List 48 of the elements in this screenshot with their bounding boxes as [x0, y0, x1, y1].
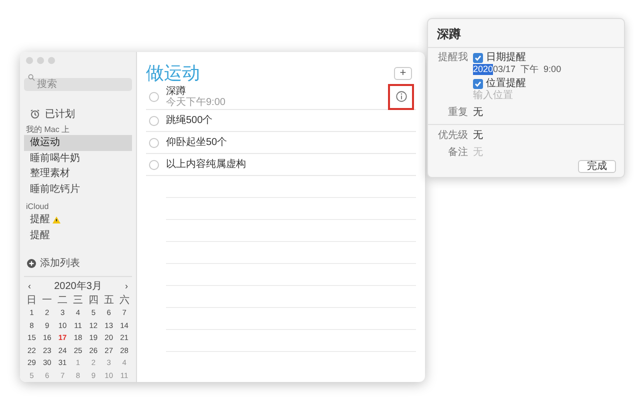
reminder-title: 跳绳500个 — [166, 115, 214, 126]
checkbox-label: 日期提醒 — [486, 52, 526, 64]
sidebar-item[interactable]: 提醒 — [24, 228, 132, 243]
weekday-label: 日 — [26, 294, 38, 307]
add-list-button[interactable]: 添加列表 — [24, 256, 132, 270]
checkbox-label: 位置提醒 — [486, 78, 526, 90]
weekday-label: 五 — [102, 294, 115, 307]
field-label: 备注 — [447, 146, 468, 160]
priority-value[interactable]: 无 — [473, 128, 483, 143]
month-title: 2020年3月 — [54, 280, 102, 294]
plus-icon — [27, 258, 36, 268]
reminder-due-time: 今天下午9:00 — [166, 96, 226, 108]
add-reminder-button[interactable]: + — [394, 66, 412, 80]
date-field[interactable]: 202003/17 下午 9:00 — [473, 64, 562, 75]
reminder-title: 深蹲 — [166, 86, 187, 96]
field-label: 重复 — [447, 106, 468, 120]
weekday-label: 三 — [72, 294, 84, 307]
weekday-label: 二 — [56, 294, 69, 307]
next-month-button[interactable]: › — [125, 280, 128, 294]
repeat-value[interactable]: 无 — [473, 105, 483, 120]
alarm-clock-icon — [30, 109, 40, 119]
location-field[interactable]: 输入位置 — [473, 90, 553, 101]
info-icon — [396, 91, 406, 102]
info-button[interactable] — [388, 84, 414, 110]
popover-title: 深蹲 — [436, 26, 462, 43]
field-label: 优先级 — [437, 128, 468, 143]
sidebar-item[interactable]: 提醒 — [24, 212, 132, 228]
sidebar-item[interactable]: 做运动 — [24, 135, 132, 150]
reminder-title: 以上内容纯属虚构 — [166, 159, 247, 170]
sidebar-item[interactable]: 整理素材 — [24, 166, 132, 182]
search-field[interactable]: 搜索 — [24, 78, 132, 91]
sidebar-item[interactable]: 已计划 — [24, 106, 132, 122]
checkbox[interactable] — [473, 79, 483, 89]
reminder-title: 仰卧起坐50个 — [166, 137, 228, 148]
weekday-label: 六 — [118, 294, 130, 307]
sidebar-item[interactable]: 睡前喝牛奶 — [24, 150, 132, 166]
previous-month-button[interactable]: ‹ — [28, 280, 31, 294]
weekday-label: 一 — [41, 294, 54, 307]
done-button[interactable]: 完成 — [578, 160, 616, 173]
field-label: 提醒我 — [437, 52, 468, 65]
notes-field[interactable]: 无 — [473, 145, 553, 160]
sidebar-item[interactable]: 睡前吃钙片 — [24, 182, 132, 197]
section-header: iCloud — [25, 202, 50, 212]
section-header: 我的 Mac 上 — [25, 125, 71, 135]
checkbox[interactable] — [473, 53, 483, 63]
list-title: 做运动 — [146, 62, 200, 84]
weekday-label: 四 — [87, 294, 100, 307]
search-icon — [28, 74, 35, 81]
